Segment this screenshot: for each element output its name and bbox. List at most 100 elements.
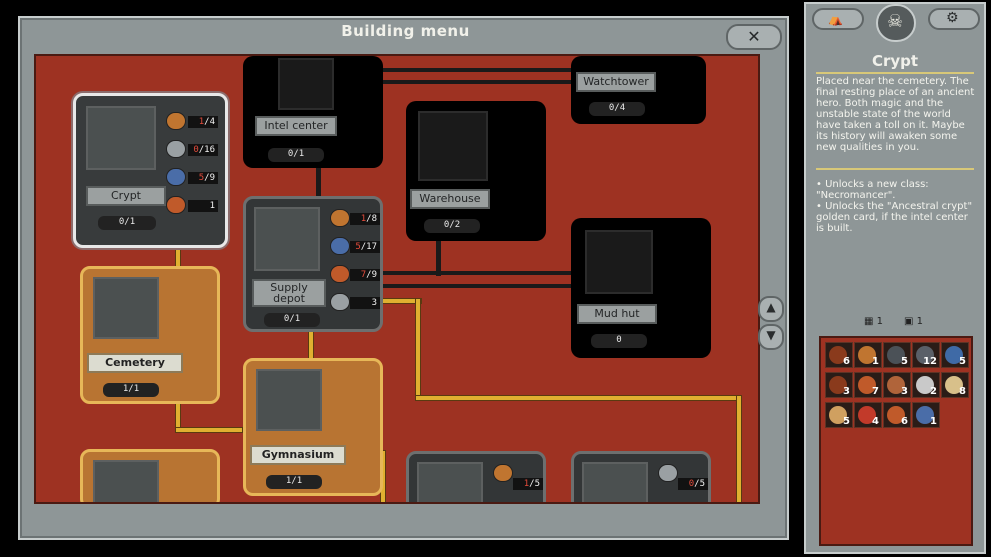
slot-quantity: 1 xyxy=(930,416,937,427)
building-card-gymnasium[interactable]: Gymnasium 1/1 xyxy=(243,358,383,496)
stone-icon xyxy=(658,464,678,482)
building-thumbnail xyxy=(93,460,159,502)
building-description: Placed near the cemetery. The final rest… xyxy=(816,76,975,153)
mud-hut-thumbnail xyxy=(585,230,653,294)
building-count: 0/1 xyxy=(98,216,156,230)
crypt-thumbnail xyxy=(86,106,156,170)
cemetery-thumbnail xyxy=(93,277,159,339)
connector-line xyxy=(176,246,180,268)
card-icon: ▣ xyxy=(904,316,914,327)
building-name: Mud hut xyxy=(577,304,657,324)
food-icon xyxy=(330,265,350,283)
building-name: Intel center xyxy=(255,116,337,136)
connector-line xyxy=(381,299,421,303)
panel-title: Crypt xyxy=(871,52,919,70)
building-thumbnail xyxy=(417,462,483,502)
divider xyxy=(816,168,974,170)
slot-quantity: 7 xyxy=(872,386,879,397)
connector-line xyxy=(416,299,420,399)
building-card-partial[interactable]: 1/5 xyxy=(406,451,546,502)
inventory-slot[interactable]: 3 xyxy=(883,372,911,398)
resource-value: 1/8 xyxy=(350,213,380,225)
slot-quantity: 3 xyxy=(843,386,850,397)
settings-button[interactable]: ⚙ xyxy=(928,8,980,30)
slot-quantity: 8 xyxy=(959,386,966,397)
resource-value: 5/9 xyxy=(188,172,218,184)
building-card-partial[interactable]: 0/5 xyxy=(571,451,711,502)
connector-line xyxy=(309,331,313,361)
inventory-slot[interactable]: 4 xyxy=(854,402,882,428)
building-count: 1/1 xyxy=(103,383,159,397)
connector-line xyxy=(416,396,741,400)
divider xyxy=(816,72,974,74)
inventory-slot[interactable]: 2 xyxy=(912,372,940,398)
chevron-down-icon: ▼ xyxy=(766,328,776,342)
connector-line xyxy=(737,396,741,502)
close-button[interactable]: ✕ xyxy=(726,24,782,50)
resource-value: 1/5 xyxy=(513,478,543,490)
stone-icon xyxy=(166,140,186,158)
wood-icon xyxy=(493,464,513,482)
supply-depot-thumbnail xyxy=(254,207,320,271)
resource-value: 1/4 xyxy=(188,116,218,128)
building-card-crypt[interactable]: Crypt 0/1 1/4 0/16 5/9 1 xyxy=(73,93,228,248)
slot-quantity: 2 xyxy=(930,386,937,397)
scroll-down-button[interactable]: ▼ xyxy=(758,324,784,350)
inventory-slot[interactable]: 3 xyxy=(825,372,853,398)
building-thumbnail xyxy=(582,462,648,502)
connector-line xyxy=(176,401,180,429)
slot-quantity: 5 xyxy=(843,416,850,427)
inventory-slot[interactable]: 1 xyxy=(854,342,882,368)
connector-line xyxy=(176,428,242,432)
camp-icon: ⛺ xyxy=(828,12,843,26)
slot-quantity: 3 xyxy=(901,386,908,397)
building-name: Watchtower xyxy=(576,72,656,92)
building-card-mud-hut[interactable]: Mud hut 0 xyxy=(571,218,711,358)
building-card-supply-depot[interactable]: Supply depot 0/1 1/8 5/17 7/9 3 xyxy=(243,196,383,332)
resource-value: 7/9 xyxy=(350,269,380,281)
building-count: 0/4 xyxy=(589,102,645,116)
inventory-slot[interactable]: 1 xyxy=(912,402,940,428)
scroll-up-button[interactable]: ▲ xyxy=(758,296,784,322)
metal-icon xyxy=(330,237,350,255)
building-count: 0/1 xyxy=(268,148,324,162)
inventory-slot[interactable]: 5 xyxy=(883,342,911,368)
wood-icon xyxy=(330,209,350,227)
building-card-watchtower[interactable]: Watchtower 0/4 xyxy=(571,56,706,124)
building-menu-window: Building menu ✕ Crypt 0/1 1/4 0/16 5/9 1… xyxy=(18,16,789,540)
building-name: Crypt xyxy=(86,186,166,206)
building-card-warehouse[interactable]: Warehouse 0/2 xyxy=(406,101,546,241)
building-tree-canvas[interactable]: Crypt 0/1 1/4 0/16 5/9 1 Intel center 0/… xyxy=(34,54,760,504)
slot-quantity: 1 xyxy=(872,356,879,367)
building-card-cemetery[interactable]: Cemetery 1/1 xyxy=(80,266,220,404)
inventory-slot[interactable]: 12 xyxy=(912,342,940,368)
resource-value: 3 xyxy=(350,297,380,309)
building-count: 1/1 xyxy=(266,475,322,489)
inventory-slot[interactable]: 5 xyxy=(941,342,969,368)
building-card-intel-center[interactable]: Intel center 0/1 xyxy=(243,56,383,168)
slot-quantity: 5 xyxy=(901,356,908,367)
inventory-slot[interactable]: 7 xyxy=(854,372,882,398)
building-count: 0 xyxy=(591,334,647,348)
connector-line xyxy=(381,80,571,84)
warehouse-thumbnail xyxy=(418,111,488,181)
slot-quantity: 12 xyxy=(923,356,937,367)
food-icon xyxy=(166,196,186,214)
building-name: Cemetery xyxy=(87,353,183,373)
gymnasium-thumbnail xyxy=(256,369,322,431)
inventory-slot[interactable]: 6 xyxy=(825,342,853,368)
camp-tab-button[interactable]: ⛺ xyxy=(812,8,864,30)
stone-icon xyxy=(330,293,350,311)
resource-value: 5/17 xyxy=(350,241,380,253)
building-card-partial[interactable] xyxy=(80,449,220,502)
inventory-slot[interactable]: 8 xyxy=(941,372,969,398)
slot-quantity: 5 xyxy=(959,356,966,367)
building-name: Warehouse xyxy=(410,189,490,209)
skull-emblem: ☠ xyxy=(876,4,916,42)
close-x-icon: ✕ xyxy=(747,27,761,46)
inventory-slot[interactable]: 5 xyxy=(825,402,853,428)
connector-line xyxy=(381,271,571,275)
stat-b: ▣ 1 xyxy=(904,316,924,327)
inventory-slot[interactable]: 6 xyxy=(883,402,911,428)
building-name: Gymnasium xyxy=(250,445,346,465)
